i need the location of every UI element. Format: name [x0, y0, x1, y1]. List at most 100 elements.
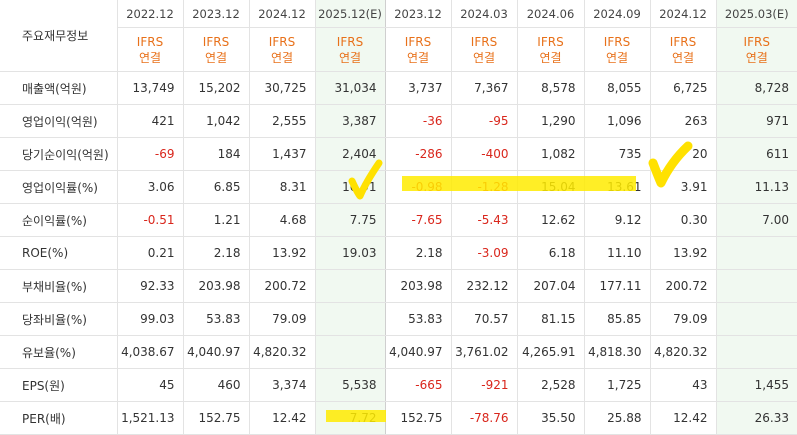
consolidated-label: 연결: [585, 50, 650, 66]
table-cell: -95: [451, 105, 517, 138]
ifrs-consolidated-label: IFRS연결: [183, 28, 249, 72]
table-cell: 200.72: [249, 270, 315, 303]
table-cell: 79.09: [650, 303, 716, 336]
table-cell: 2,528: [517, 369, 584, 402]
period-header: 2024.06: [517, 0, 584, 28]
period-header-estimate: 2025.12(E): [315, 0, 385, 28]
consolidated-label: 연결: [316, 50, 385, 66]
corner-label: 주요재무정보: [0, 0, 117, 72]
table-cell: 735: [584, 138, 650, 171]
table-cell: 3,387: [315, 105, 385, 138]
ifrs-consolidated-label: IFRS연결: [716, 28, 797, 72]
table-row: ROE(%)0.212.1813.9219.032.18-3.096.1811.…: [0, 237, 797, 270]
ifrs-consolidated-label: IFRS연결: [584, 28, 650, 72]
table-cell: 6.18: [517, 237, 584, 270]
ifrs-consolidated-label: IFRS연결: [385, 28, 451, 72]
table-cell: -3.09: [451, 237, 517, 270]
table-row: 영업이익률(%)3.066.858.3110.91-0.98-1.2815.04…: [0, 171, 797, 204]
table-cell: 460: [183, 369, 249, 402]
table-cell: 4,040.97: [183, 336, 249, 369]
ifrs-label: IFRS: [585, 34, 650, 50]
table-cell: 4,038.67: [117, 336, 183, 369]
table-cell: 13.92: [249, 237, 315, 270]
table-cell: [315, 336, 385, 369]
table-cell: -665: [385, 369, 451, 402]
table-cell: 99.03: [117, 303, 183, 336]
table-cell: 1.21: [183, 204, 249, 237]
table-cell: 421: [117, 105, 183, 138]
table-cell: 70.57: [451, 303, 517, 336]
consolidated-label: 연결: [452, 50, 517, 66]
table-cell: 2,404: [315, 138, 385, 171]
ifrs-consolidated-label: IFRS연결: [451, 28, 517, 72]
period-header: 2022.12: [117, 0, 183, 28]
table-cell: 11.13: [716, 171, 797, 204]
table-cell: 3,737: [385, 72, 451, 105]
ifrs-label: IFRS: [518, 34, 584, 50]
table-cell: -1.28: [451, 171, 517, 204]
table-cell: 8,578: [517, 72, 584, 105]
table-cell: [716, 336, 797, 369]
consolidated-label: 연결: [184, 50, 249, 66]
consolidated-label: 연결: [717, 50, 797, 66]
table-cell: -0.51: [117, 204, 183, 237]
ifrs-label: IFRS: [651, 34, 716, 50]
table-cell: -400: [451, 138, 517, 171]
table-cell: -36: [385, 105, 451, 138]
table-cell: 184: [183, 138, 249, 171]
table-cell: 4.68: [249, 204, 315, 237]
table-cell: 31,034: [315, 72, 385, 105]
table-cell: 10.91: [315, 171, 385, 204]
ifrs-label: IFRS: [184, 34, 249, 50]
table-cell: 3,374: [249, 369, 315, 402]
table-cell: 232.12: [451, 270, 517, 303]
table-cell: 8,728: [716, 72, 797, 105]
table-cell: 1,290: [517, 105, 584, 138]
table-cell: [716, 303, 797, 336]
table-row: 유보율(%)4,038.674,040.974,820.324,040.973,…: [0, 336, 797, 369]
table-cell: 2.18: [183, 237, 249, 270]
table-cell: 8.31: [249, 171, 315, 204]
table-cell: 13.92: [650, 237, 716, 270]
row-label: 매출액(억원): [0, 72, 117, 105]
table-cell: 79.09: [249, 303, 315, 336]
table-row: 순이익률(%)-0.511.214.687.75-7.65-5.4312.629…: [0, 204, 797, 237]
financial-summary-table: 주요재무정보 2022.12 2023.12 2024.12 2025.12(E…: [0, 0, 797, 435]
row-label: 영업이익(억원): [0, 105, 117, 138]
table-cell: 971: [716, 105, 797, 138]
table-cell: [716, 237, 797, 270]
table-row: 당좌비율(%)99.0353.8379.0953.8370.5781.1585.…: [0, 303, 797, 336]
table-cell: 3.91: [650, 171, 716, 204]
table-cell: 7.00: [716, 204, 797, 237]
table-cell: 0.30: [650, 204, 716, 237]
table-cell: 1,725: [584, 369, 650, 402]
table-cell: -7.65: [385, 204, 451, 237]
table-cell: 2,555: [249, 105, 315, 138]
table-cell: 611: [716, 138, 797, 171]
table-row: 영업이익(억원)4211,0422,5553,387-36-951,2901,0…: [0, 105, 797, 138]
table-row: 부채비율(%)92.33203.98200.72203.98232.12207.…: [0, 270, 797, 303]
consolidated-label: 연결: [118, 50, 183, 66]
ifrs-label: IFRS: [118, 34, 183, 50]
table-cell: 13.61: [584, 171, 650, 204]
table-cell: 43: [650, 369, 716, 402]
table-cell: 53.83: [183, 303, 249, 336]
table-cell: 4,040.97: [385, 336, 451, 369]
row-label: 순이익률(%): [0, 204, 117, 237]
consolidated-label: 연결: [651, 50, 716, 66]
table-cell: 5,538: [315, 369, 385, 402]
table-cell: 15.04: [517, 171, 584, 204]
table-cell: 3,761.02: [451, 336, 517, 369]
table-cell: 11.10: [584, 237, 650, 270]
table-cell: -69: [117, 138, 183, 171]
table-cell: 53.83: [385, 303, 451, 336]
table-cell: 85.85: [584, 303, 650, 336]
period-header: 2023.12: [385, 0, 451, 28]
table-cell: 1,437: [249, 138, 315, 171]
table-cell: -286: [385, 138, 451, 171]
row-label: 영업이익률(%): [0, 171, 117, 204]
table-cell: 4,265.91: [517, 336, 584, 369]
table-cell: 200.72: [650, 270, 716, 303]
table-cell: 0.21: [117, 237, 183, 270]
table-cell: -0.98: [385, 171, 451, 204]
